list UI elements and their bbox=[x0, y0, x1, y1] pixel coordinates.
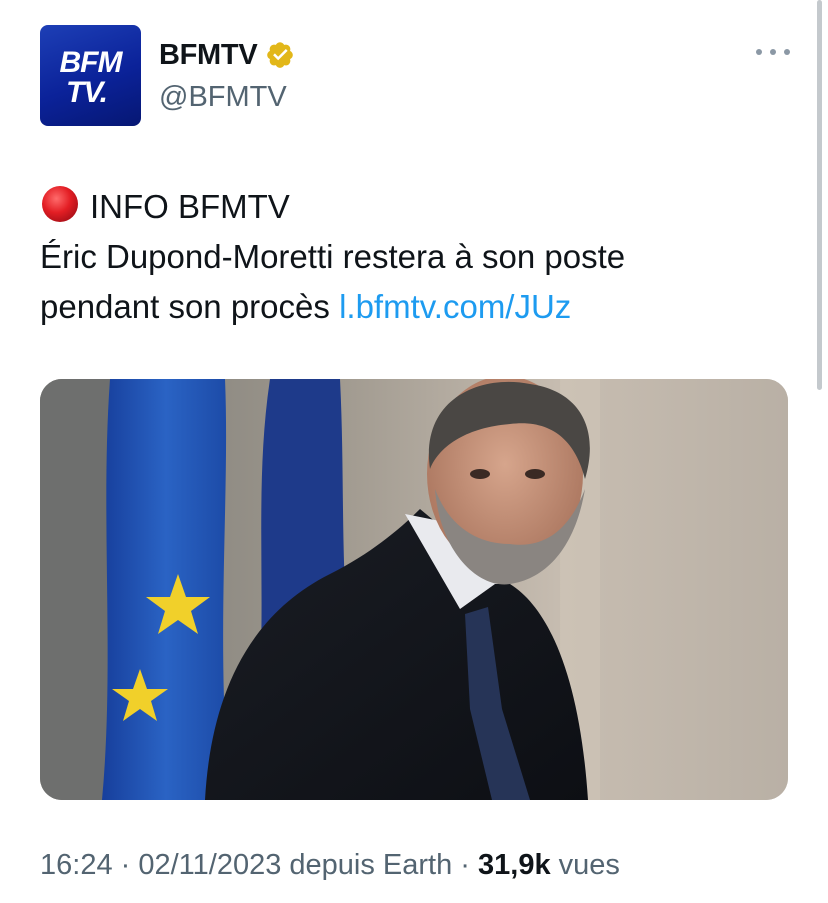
handle[interactable]: @BFMTV bbox=[159, 81, 287, 114]
meta-separator: · bbox=[112, 849, 139, 881]
tweet-line-3: pendant son procès l.bfmtv.com/JUz bbox=[40, 282, 800, 332]
red-circle-icon bbox=[42, 186, 78, 222]
avatar-logo-line1: BFM bbox=[59, 45, 123, 79]
tweet-link[interactable]: l.bfmtv.com/JUz bbox=[339, 288, 571, 325]
tweet-time[interactable]: 16:24 bbox=[40, 849, 113, 881]
name-row: BFMTV bbox=[159, 35, 295, 75]
tweet-line-1: INFO BFMTV bbox=[40, 182, 800, 232]
views-count[interactable]: 31,9k bbox=[478, 849, 551, 881]
scrollbar[interactable] bbox=[817, 0, 822, 390]
tweet-meta: 16:24 · 02/11/2023 depuis Earth · 31,9k … bbox=[40, 849, 620, 882]
tweet-header: BFM TV. BFMTV @BFMTV bbox=[40, 25, 790, 127]
avatar[interactable]: BFM TV. bbox=[40, 25, 141, 126]
more-options-icon[interactable] bbox=[756, 45, 790, 59]
avatar-logo-line2: TV. bbox=[66, 75, 108, 109]
verified-badge-icon[interactable] bbox=[265, 40, 295, 70]
views-label: vues bbox=[550, 849, 620, 881]
tweet-photo[interactable] bbox=[40, 379, 788, 800]
info-label: INFO BFMTV bbox=[90, 188, 290, 225]
tweet-date[interactable]: 02/11/2023 bbox=[138, 849, 281, 881]
tweet-text: INFO BFMTV Éric Dupond-Moretti restera à… bbox=[40, 182, 800, 332]
tweet-source: depuis Earth bbox=[281, 849, 453, 881]
display-name[interactable]: BFMTV bbox=[159, 39, 258, 72]
photo-illustration bbox=[40, 379, 788, 800]
meta-separator: · bbox=[452, 849, 479, 881]
tweet-line-2: Éric Dupond-Moretti restera à son poste bbox=[40, 238, 626, 275]
tweet-line-3-text: pendant son procès bbox=[40, 288, 330, 325]
